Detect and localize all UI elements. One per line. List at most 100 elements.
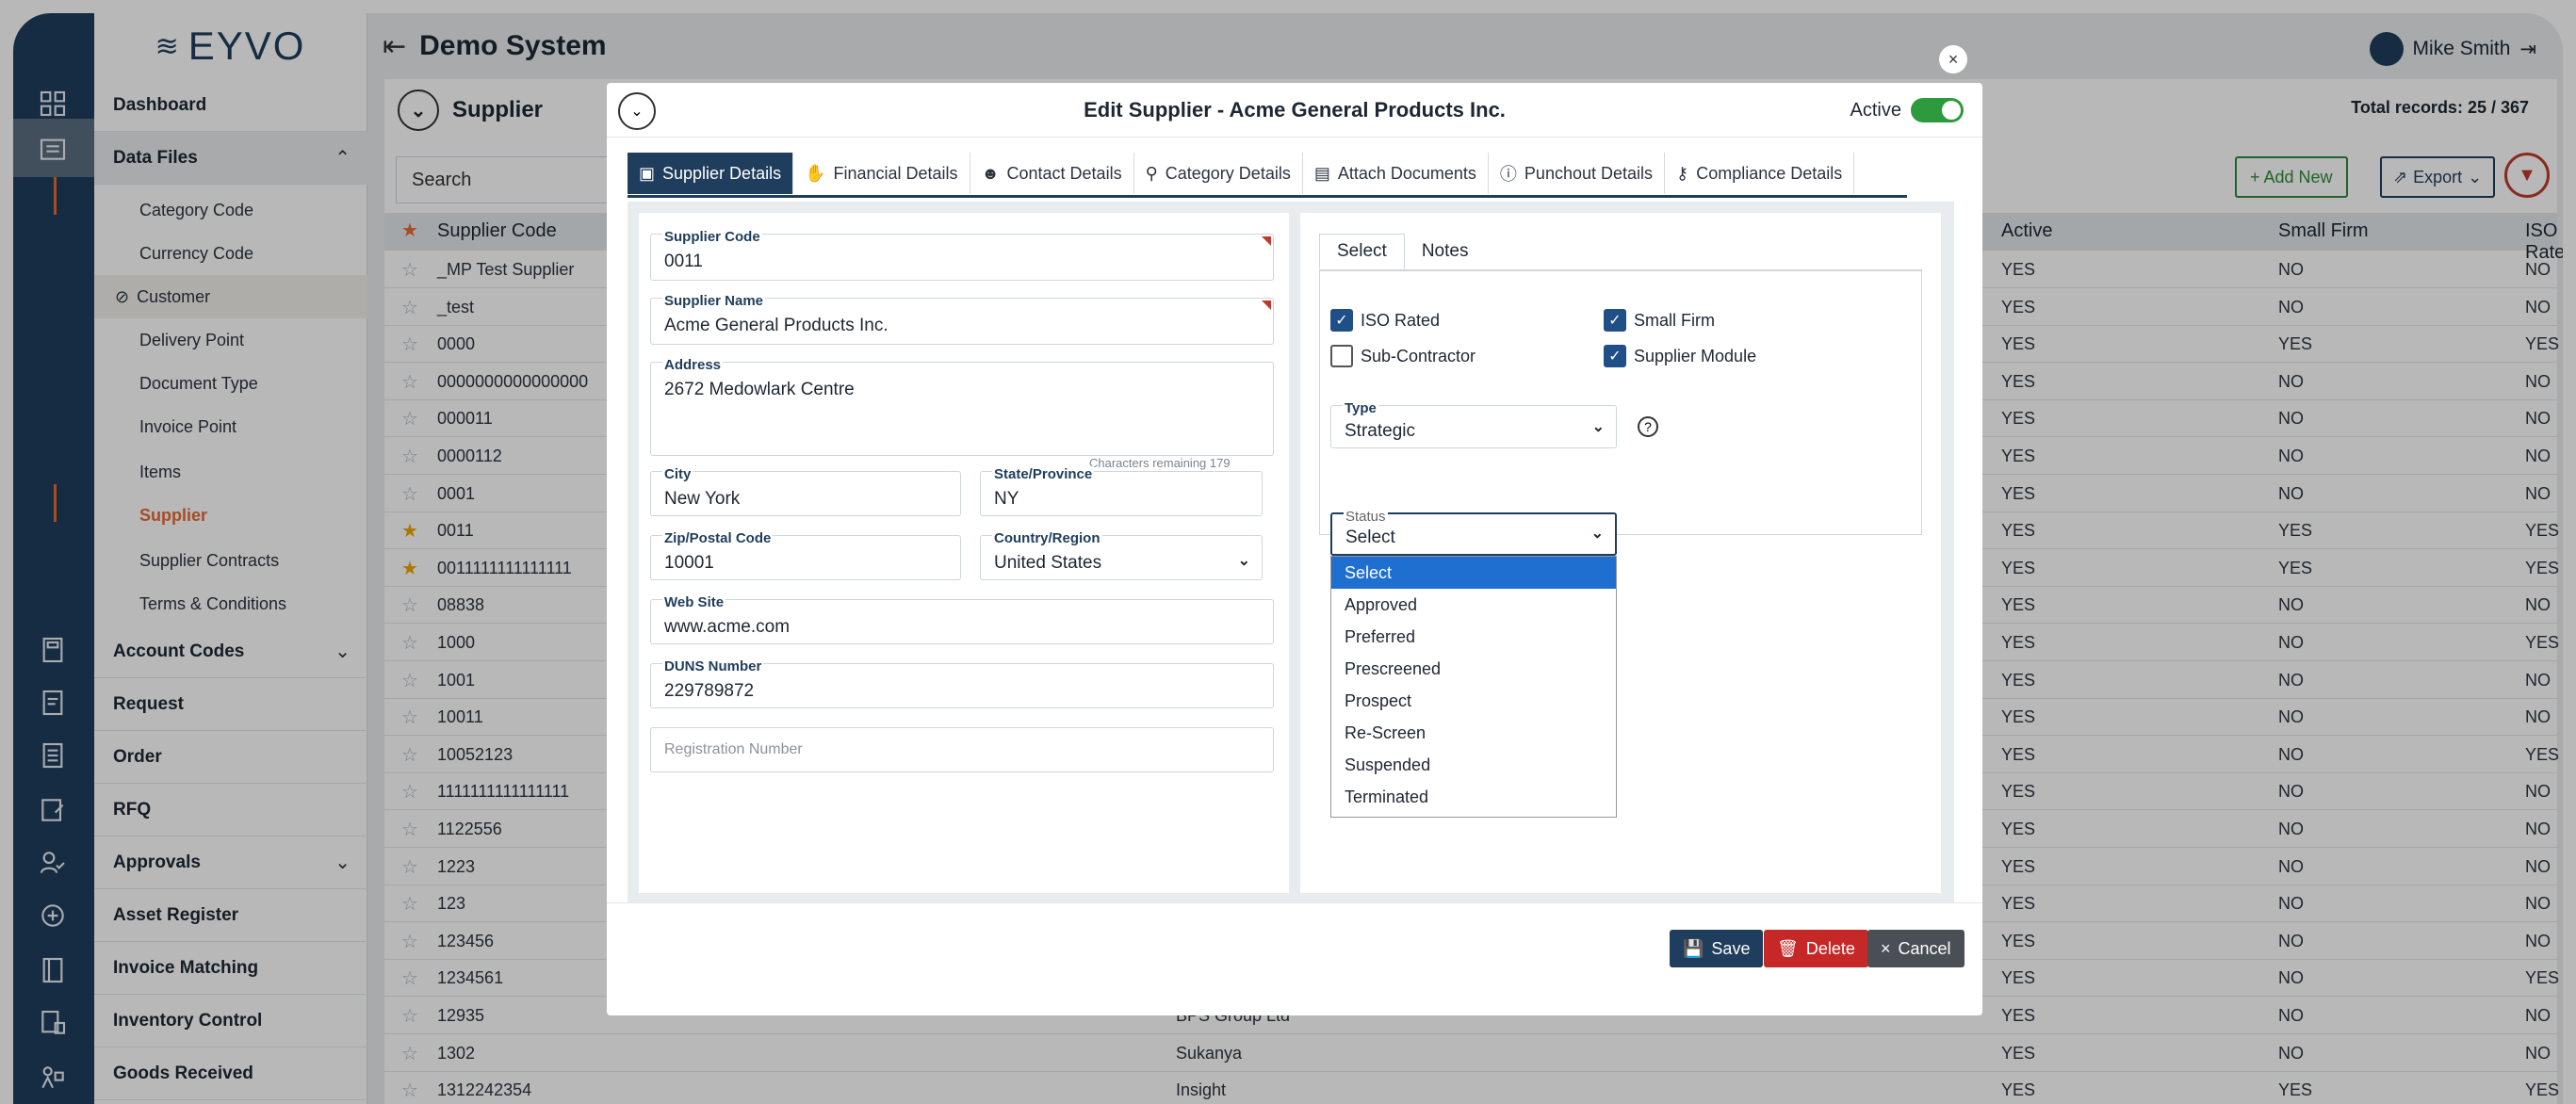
status-option[interactable]: Prospect: [1331, 685, 1616, 717]
tab-financial-details[interactable]: ✋ Financial Details: [793, 153, 970, 194]
state-field[interactable]: State/Province NY: [980, 465, 1263, 516]
field-value: 229789872: [664, 681, 755, 701]
checkbox-label: Small Firm: [1634, 310, 1715, 330]
field-value: 2672 Medowlark Centre: [664, 380, 855, 399]
duns-field[interactable]: DUNS Number 229789872: [650, 658, 1274, 708]
supplier-code-field[interactable]: Supplier Code 0011: [650, 228, 1274, 281]
supplier-module-checkbox[interactable]: ✓ Supplier Module: [1604, 345, 1756, 367]
field-label: State/Province: [992, 465, 1095, 482]
supplier-attributes-panel: Select Notes ✓ ISO Rated ✓ Small Firm Sub-…: [1300, 213, 1941, 893]
type-select[interactable]: Type Strategic ⌄: [1330, 399, 1617, 448]
check-icon: ✓: [1604, 345, 1626, 367]
field-value: Strategic: [1345, 421, 1415, 441]
field-value: New York: [664, 489, 741, 509]
document-icon: ▤: [1313, 163, 1330, 183]
subtab-notes[interactable]: Notes: [1405, 234, 1486, 269]
chevron-down-icon: ⌄: [1590, 526, 1604, 542]
city-field[interactable]: City New York: [650, 465, 961, 516]
delete-label: Delete: [1805, 938, 1855, 958]
active-toggle-group: Active: [1850, 98, 1964, 122]
field-label: Supplier Name: [662, 292, 766, 309]
modal-tabs: ▣ Supplier Details ✋ Financial Details ☻ Co…: [628, 153, 1907, 198]
characters-remaining: Characters remaining 179: [1089, 456, 1231, 470]
registration-number-field[interactable]: Registration Number: [650, 727, 1274, 772]
attribute-subtabs: Select Notes: [1319, 234, 1922, 271]
field-label: Status: [1344, 508, 1388, 525]
status-option[interactable]: Terminated: [1331, 781, 1616, 813]
edit-supplier-modal: ⌄ Edit Supplier - Acme General Products …: [607, 83, 1982, 1015]
help-icon[interactable]: ?: [1638, 416, 1658, 437]
chevron-down-icon: ⌄: [1237, 553, 1250, 569]
status-option[interactable]: Approved: [1331, 589, 1616, 621]
required-marker: [1262, 300, 1271, 310]
check-icon: ✓: [1330, 309, 1353, 332]
status-option[interactable]: Re-Screen: [1331, 717, 1616, 749]
address-field[interactable]: Address 2672 Medowlark Centre: [650, 356, 1274, 456]
field-label: City: [662, 465, 693, 482]
tab-label: Compliance Details: [1696, 163, 1843, 183]
modal-body: Supplier Code 0011 Supplier Name Acme Ge…: [628, 202, 1954, 902]
modal-footer: 💾 Save 🗑 Delete × Cancel: [607, 902, 1982, 1015]
subtab-select[interactable]: Select: [1319, 234, 1405, 269]
status-dropdown-list: Select Approved Preferred Prescreened Prospe…: [1330, 556, 1617, 818]
supplier-name-field[interactable]: Supplier Name Acme General Products Inc.: [650, 292, 1274, 345]
tab-label: Financial Details: [833, 163, 958, 183]
field-label: Zip/Postal Code: [662, 529, 774, 546]
tab-label: Supplier Details: [662, 163, 782, 183]
tab-label: Attach Documents: [1337, 163, 1476, 183]
tab-label: Punchout Details: [1524, 163, 1654, 183]
field-value: 0011: [664, 252, 703, 271]
status-option[interactable]: Preferred: [1331, 621, 1616, 653]
website-field[interactable]: Web Site www.acme.com: [650, 593, 1274, 644]
people-icon: ☻: [981, 163, 1000, 183]
field-label: Country/Region: [992, 529, 1102, 546]
checkbox-empty: [1330, 345, 1353, 367]
close-icon: ×: [1948, 49, 1959, 69]
field-label: Address: [662, 356, 724, 373]
field-value: Acme General Products Inc.: [664, 316, 889, 335]
supplier-details-form: Supplier Code 0011 Supplier Name Acme Ge…: [639, 213, 1289, 893]
field-label: Type: [1343, 399, 1378, 416]
checkbox-label: Supplier Module: [1634, 346, 1757, 365]
checkbox-label: Sub-Contractor: [1361, 346, 1476, 365]
status-option[interactable]: Select: [1331, 557, 1616, 589]
modal-header: ⌄ Edit Supplier - Acme General Products …: [607, 83, 1982, 138]
tab-supplier-details[interactable]: ▣ Supplier Details: [628, 153, 794, 194]
country-select[interactable]: Country/Region United States ⌄: [980, 529, 1263, 580]
tab-label: Contact Details: [1006, 163, 1122, 183]
tab-punchout-details[interactable]: ⓘ Punchout Details: [1489, 153, 1666, 194]
active-label: Active: [1850, 99, 1901, 121]
sub-contractor-checkbox[interactable]: Sub-Contractor: [1330, 345, 1475, 367]
required-marker: [1262, 236, 1271, 246]
chevron-down-icon: ⌄: [1591, 419, 1605, 435]
tab-contact-details[interactable]: ☻ Contact Details: [970, 153, 1134, 194]
pin-icon: ⚲: [1145, 163, 1158, 183]
status-option[interactable]: Suspended: [1331, 749, 1616, 781]
tab-attach-documents[interactable]: ▤ Attach Documents: [1303, 153, 1489, 194]
cancel-button[interactable]: × Cancel: [1867, 930, 1965, 967]
delete-button[interactable]: 🗑 Delete: [1764, 930, 1868, 967]
cancel-label: Cancel: [1898, 938, 1951, 958]
field-placeholder: Registration Number: [664, 741, 803, 757]
key-icon: ⚷: [1676, 163, 1689, 183]
modal-close-button[interactable]: ×: [1939, 45, 1967, 73]
save-button[interactable]: 💾 Save: [1670, 930, 1764, 967]
save-icon: 💾: [1683, 938, 1704, 958]
field-label: Web Site: [662, 593, 726, 610]
field-value: United States: [994, 553, 1102, 573]
status-select[interactable]: Status Select ⌄: [1330, 508, 1617, 556]
field-value: Select: [1345, 528, 1395, 547]
modal-title: Edit Supplier - Acme General Products In…: [1084, 98, 1506, 122]
active-toggle[interactable]: [1911, 98, 1964, 122]
field-value: NY: [994, 489, 1019, 509]
zip-field[interactable]: Zip/Postal Code 10001: [650, 529, 961, 580]
tab-compliance-details[interactable]: ⚷ Compliance Details: [1665, 153, 1855, 194]
field-value: 10001: [664, 553, 714, 573]
id-card-icon: ▣: [639, 163, 656, 183]
tab-category-details[interactable]: ⚲ Category Details: [1134, 153, 1303, 194]
status-option[interactable]: Prescreened: [1331, 653, 1616, 685]
iso-rated-checkbox[interactable]: ✓ ISO Rated: [1330, 309, 1440, 332]
money-hand-icon: ✋: [805, 163, 826, 183]
small-firm-checkbox[interactable]: ✓ Small Firm: [1604, 309, 1715, 332]
checkbox-label: ISO Rated: [1361, 310, 1441, 330]
